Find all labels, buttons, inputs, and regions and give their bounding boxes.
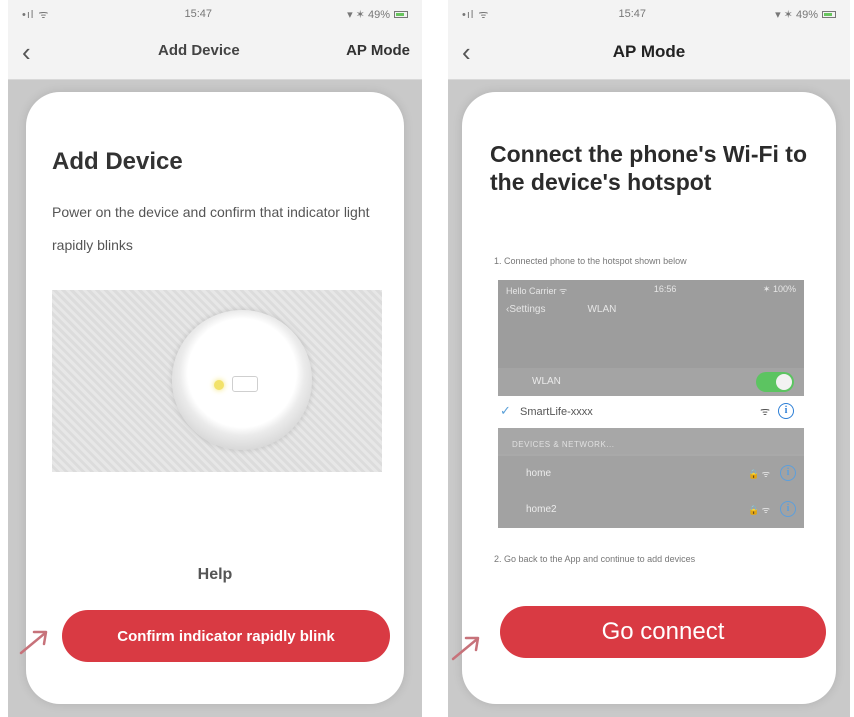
content-card: Connect the phone's Wi-Fi to the device'…: [462, 92, 836, 704]
battery-status: ▾ ✶ 49%: [775, 8, 836, 21]
network-name: home: [526, 468, 552, 479]
settings-status-bar: Hello Carrier ᯤ 16:56 ✶ 100%: [506, 284, 796, 297]
instruction-screenshot: •ıl ᯤ 15:47 ▾ ✶ 49% ‹ Add Device AP Mode…: [0, 0, 854, 717]
settings-title: WLAN: [587, 304, 617, 315]
device-body: [172, 310, 312, 450]
page-title: Connect the phone's Wi-Fi to the device'…: [490, 141, 808, 195]
network-name: home2: [526, 504, 557, 515]
ap-mode-button[interactable]: AP Mode: [346, 42, 410, 59]
info-icon: i: [778, 403, 794, 419]
indicator-light-icon: [214, 380, 224, 390]
network-row: home2 🔒 ᯤ i: [498, 492, 804, 528]
settings-nav: ‹Settings WLAN: [506, 304, 616, 315]
wifi-settings-screenshot: Hello Carrier ᯤ 16:56 ✶ 100% ‹Settings W…: [490, 280, 804, 528]
phone-screen-ap-mode: •ıl ᯤ 15:47 ▾ ✶ 49% ‹ AP Mode Connect th…: [448, 0, 850, 717]
signal-icon: •ıl ᯤ: [22, 8, 50, 21]
help-link[interactable]: Help: [26, 566, 404, 584]
info-icon: i: [780, 465, 796, 481]
connected-network-row: ✓ SmartLife-xxxx ᯤ i: [490, 396, 804, 428]
network-section-header: DEVICES & NETWORK...: [498, 428, 804, 454]
info-icon: i: [780, 501, 796, 517]
status-bar: •ıl ᯤ 15:47 ▾ ✶ 49%: [8, 0, 422, 28]
battery-text: ▾ ✶ 49%: [347, 8, 390, 21]
step-2-text: 2. Go back to the App and continue to ad…: [494, 554, 696, 564]
back-chevron-icon[interactable]: ‹: [22, 38, 31, 66]
settings-time: 16:56: [653, 284, 677, 294]
network-row: home 🔒 ᯤ i: [498, 456, 804, 492]
pointer-arrow-icon: [19, 630, 48, 655]
content-card: Add Device Power on the device and confi…: [26, 92, 404, 704]
pointer-arrow-icon: [451, 636, 480, 661]
settings-carrier: Hello Carrier ᯤ: [506, 286, 568, 296]
device-button: [232, 376, 258, 392]
page-title: Add Device: [52, 148, 183, 175]
nav-bar: ‹ Add Device AP Mode: [8, 28, 422, 80]
status-time: 15:47: [618, 8, 647, 20]
lock-wifi-icon: 🔒 ᯤ: [748, 505, 770, 515]
phone-screen-add-device: •ıl ᯤ 15:47 ▾ ✶ 49% ‹ Add Device AP Mode…: [8, 0, 422, 717]
section-header-text: DEVICES & NETWORK...: [512, 440, 615, 449]
checkmark-icon: ✓: [500, 403, 511, 418]
settings-battery: ✶ 100%: [762, 284, 796, 294]
settings-header: Hello Carrier ᯤ 16:56 ✶ 100% ‹Settings W…: [498, 280, 804, 368]
signal-icon: •ıl ᯤ: [462, 8, 490, 21]
settings-back-link: ‹Settings: [506, 304, 546, 315]
battery-status: ▾ ✶ 49%: [347, 8, 408, 21]
nav-title: Add Device: [158, 42, 240, 59]
status-bar: •ıl ᯤ 15:47 ▾ ✶ 49%: [448, 0, 850, 28]
confirm-blink-button[interactable]: Confirm indicator rapidly blink: [62, 610, 390, 662]
nav-title: AP Mode: [612, 42, 686, 61]
status-time: 15:47: [184, 8, 213, 20]
battery-icon: [393, 10, 408, 18]
connected-network-name: SmartLife-xxxx: [520, 406, 593, 418]
go-connect-button[interactable]: Go connect: [500, 606, 826, 658]
wlan-toggle-row: WLAN: [498, 368, 804, 396]
instruction-text: Power on the device and confirm that ind…: [52, 204, 370, 253]
step-1-text: 1. Connected phone to the hotspot shown …: [494, 256, 687, 266]
battery-icon: [821, 10, 836, 18]
battery-text: ▾ ✶ 49%: [775, 8, 818, 21]
lock-wifi-icon: 🔒 ᯤ: [748, 469, 770, 479]
wlan-toggle: [756, 372, 794, 392]
wifi-icon: ᯤ: [759, 406, 770, 418]
wlan-label: WLAN: [532, 376, 561, 387]
nav-bar: ‹ AP Mode: [448, 28, 850, 80]
device-image: [52, 290, 382, 472]
